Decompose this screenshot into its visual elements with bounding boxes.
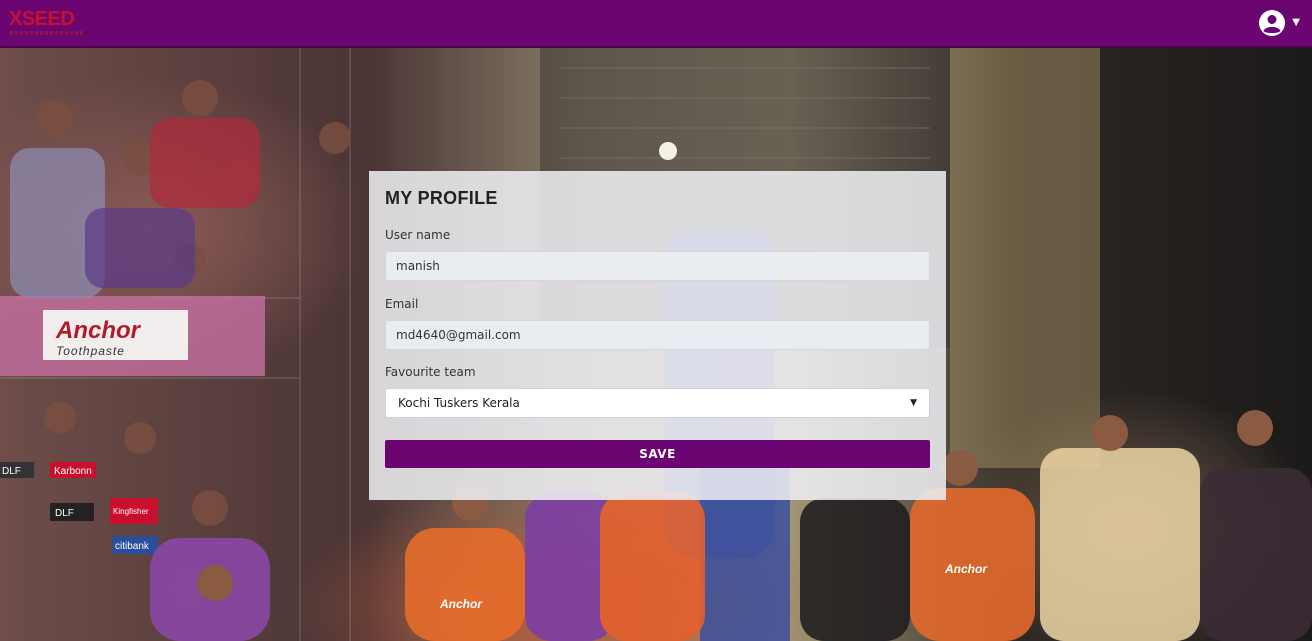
logo-tagline-decoration bbox=[10, 31, 84, 35]
email-label: Email bbox=[385, 297, 419, 311]
save-button[interactable]: SAVE bbox=[385, 440, 930, 468]
profile-card: MY PROFILE User name Email Favourite tea… bbox=[369, 171, 946, 500]
top-navbar: XSEED ▼ bbox=[0, 0, 1312, 48]
svg-text:Karbonn: Karbonn bbox=[54, 466, 92, 477]
page-title: MY PROFILE bbox=[385, 188, 498, 208]
svg-text:DLF: DLF bbox=[2, 466, 21, 477]
username-field[interactable] bbox=[385, 251, 930, 281]
svg-text:citibank: citibank bbox=[115, 541, 150, 552]
username-label: User name bbox=[385, 228, 451, 242]
email-field[interactable] bbox=[385, 320, 930, 350]
favourite-team-value: Kochi Tuskers Kerala bbox=[398, 396, 520, 410]
svg-text:Toothpaste: Toothpaste bbox=[56, 344, 125, 358]
dropdown-arrow-icon: ▼ bbox=[910, 398, 917, 408]
caret-down-icon[interactable]: ▼ bbox=[1292, 18, 1300, 28]
svg-text:Anchor: Anchor bbox=[944, 562, 988, 576]
favourite-team-label: Favourite team bbox=[385, 365, 476, 379]
user-menu-toggle[interactable]: ▼ bbox=[1258, 9, 1300, 37]
svg-text:Kingfisher: Kingfisher bbox=[113, 507, 149, 516]
svg-text:DLF: DLF bbox=[55, 508, 74, 519]
favourite-team-select[interactable]: Kochi Tuskers Kerala ▼ bbox=[385, 388, 930, 418]
svg-text:Anchor: Anchor bbox=[439, 597, 483, 611]
user-circle-icon[interactable] bbox=[1258, 9, 1286, 37]
xseed-logo[interactable]: XSEED bbox=[9, 7, 75, 31]
svg-text:Anchor: Anchor bbox=[55, 317, 142, 344]
